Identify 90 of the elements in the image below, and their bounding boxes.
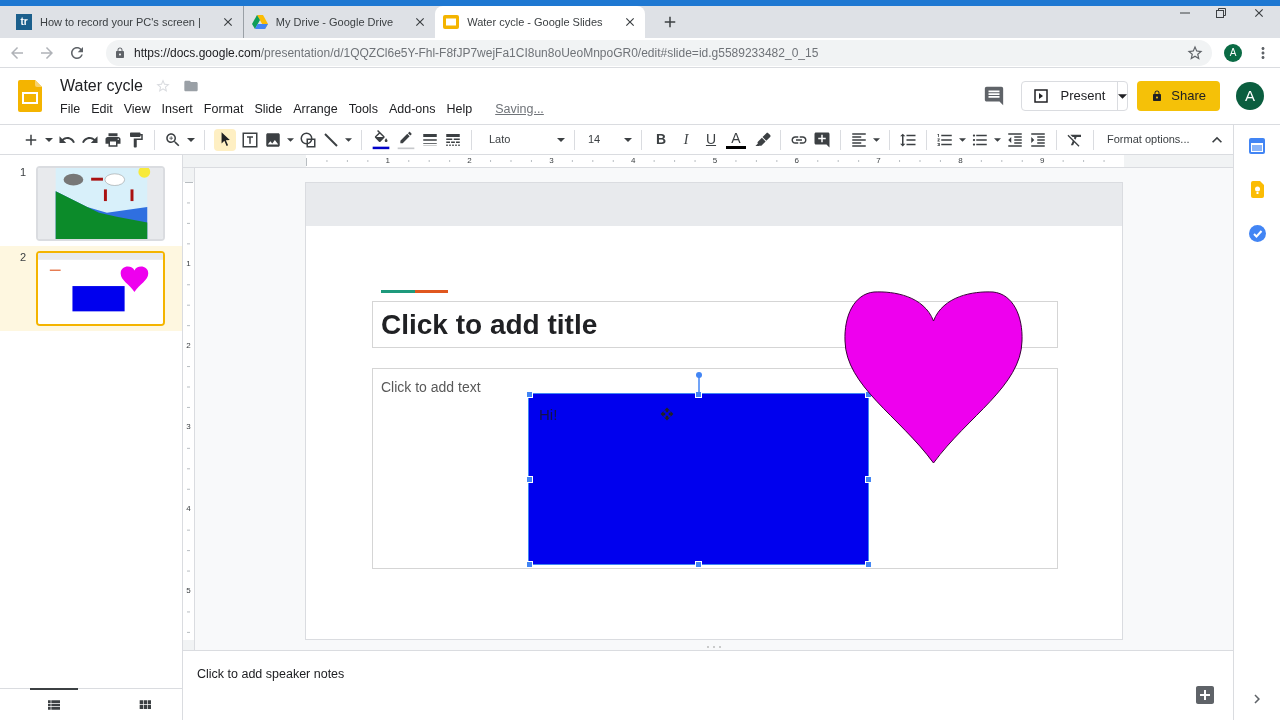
- menu-item[interactable]: Format: [203, 99, 244, 119]
- menu-item[interactable]: View: [123, 99, 151, 119]
- menu-item[interactable]: Help: [446, 99, 473, 119]
- accent-line: [381, 290, 448, 293]
- ruler-number: 1: [184, 258, 193, 269]
- ruler-number: 5: [710, 155, 720, 167]
- slides-icon: [443, 15, 460, 29]
- caret-icon[interactable]: [187, 137, 195, 142]
- menu-item[interactable]: Add-ons: [388, 99, 436, 119]
- text-box-icon[interactable]: [241, 130, 259, 149]
- italic-button[interactable]: I: [676, 129, 696, 150]
- resize-handle[interactable]: [695, 390, 702, 398]
- caret-icon[interactable]: [45, 137, 53, 142]
- line-icon[interactable]: [322, 130, 340, 149]
- format-options-button[interactable]: Format options...: [1107, 131, 1190, 148]
- present-button[interactable]: Present: [1021, 81, 1129, 111]
- caret-icon: [557, 137, 565, 142]
- lock-icon: [114, 46, 126, 59]
- menu-item[interactable]: File: [60, 99, 81, 119]
- caret-icon[interactable]: [287, 137, 294, 142]
- fill-color-icon[interactable]: [371, 129, 391, 150]
- ruler-number: 2: [464, 155, 475, 167]
- ruler-number: 3: [546, 155, 557, 167]
- ruler-number: 2: [184, 340, 193, 351]
- resize-handle[interactable]: [695, 560, 702, 568]
- decrease-indent-icon[interactable]: [1006, 130, 1024, 149]
- caret-icon[interactable]: [994, 137, 1001, 142]
- lock-icon: [1151, 90, 1164, 102]
- border-color-icon[interactable]: [396, 129, 416, 150]
- bold-button[interactable]: B: [651, 129, 671, 150]
- image-icon[interactable]: [264, 130, 282, 149]
- drive-icon: [251, 15, 268, 29]
- select-tool-icon[interactable]: [214, 128, 236, 151]
- present-icon: [1034, 89, 1049, 103]
- explore-icon[interactable]: [1193, 683, 1217, 707]
- ruler-number: 7: [873, 155, 884, 167]
- rotate-handle[interactable]: [695, 371, 703, 392]
- resize-handle[interactable]: [864, 560, 872, 568]
- resize-handle[interactable]: [864, 475, 872, 483]
- tasks-icon[interactable]: [1248, 225, 1266, 242]
- caret-icon: [624, 137, 632, 142]
- move-cursor-icon: [660, 407, 674, 421]
- menu-item[interactable]: Edit: [91, 99, 113, 119]
- align-icon[interactable]: [850, 130, 868, 149]
- zoom-icon[interactable]: [164, 130, 182, 149]
- comments-icon[interactable]: [983, 85, 1006, 107]
- ruler-number: 9: [1037, 155, 1048, 167]
- add-comment-icon[interactable]: [813, 130, 831, 149]
- heart-shape[interactable]: [844, 291, 1023, 465]
- shape-icon[interactable]: [299, 130, 317, 149]
- close-icon[interactable]: [1252, 6, 1266, 20]
- font-dropdown[interactable]: Lato: [481, 131, 565, 148]
- slide-number: 2: [20, 250, 26, 265]
- underline-button[interactable]: U: [701, 129, 721, 150]
- text-color-button[interactable]: A: [726, 130, 746, 149]
- browser-tab[interactable]: Water cycle - Google Slides: [435, 6, 645, 38]
- browser-tab[interactable]: My Drive - Google Drive: [243, 6, 436, 38]
- maximize-icon[interactable]: [1216, 8, 1226, 18]
- user-avatar[interactable]: A: [1236, 82, 1264, 110]
- site-icon: tr: [16, 14, 32, 30]
- print-icon[interactable]: [104, 130, 122, 149]
- caret-icon[interactable]: [873, 137, 880, 142]
- font-size-dropdown[interactable]: 14: [584, 131, 632, 148]
- caret-icon[interactable]: [345, 137, 352, 142]
- menu-item[interactable]: Arrange: [293, 99, 338, 119]
- resize-handle[interactable]: [525, 390, 533, 398]
- paint-format-icon[interactable]: [127, 130, 145, 149]
- url-text: https://docs.google.com/presentation/d/1QQZCl6e5Y-Fhl-F8fJP7wejFa1CI8un8oUeoMnpoGR0/edit#slide=id.g5589233482_0_15: [134, 44, 819, 62]
- caret-icon[interactable]: [959, 137, 966, 142]
- ruler-number: 6: [791, 155, 802, 167]
- increase-indent-icon[interactable]: [1029, 130, 1047, 149]
- calendar-icon[interactable]: [1249, 138, 1265, 154]
- ruler-number: 5: [184, 586, 193, 596]
- save-status: Saving...: [495, 100, 544, 118]
- highlight-icon[interactable]: [755, 131, 771, 148]
- speaker-notes-field[interactable]: Click to add speaker notes: [197, 665, 345, 684]
- slide-number: 1: [20, 165, 26, 180]
- resize-handle[interactable]: [525, 560, 533, 568]
- menu-item[interactable]: Insert: [161, 99, 193, 119]
- address-bar[interactable]: https://docs.google.com/presentation/d/1QQZCl6e5Y-Fhl-F8fJP7wejFa1CI8un8oUeoMnpoGR0/edit#slide=id.g5589233482_0_15: [106, 39, 1212, 66]
- ruler-number: 8: [955, 155, 966, 167]
- menu-item[interactable]: Tools: [348, 99, 378, 119]
- ruler-number: 4: [628, 155, 639, 167]
- profile-avatar[interactable]: A: [1224, 43, 1242, 62]
- resize-handle[interactable]: [525, 475, 533, 483]
- document-title[interactable]: Water cycle: [60, 73, 143, 98]
- menu-item[interactable]: Slide: [254, 99, 283, 119]
- star-icon[interactable]: [155, 77, 171, 94]
- share-button[interactable]: Share: [1137, 81, 1220, 111]
- caret-icon[interactable]: [1118, 93, 1128, 99]
